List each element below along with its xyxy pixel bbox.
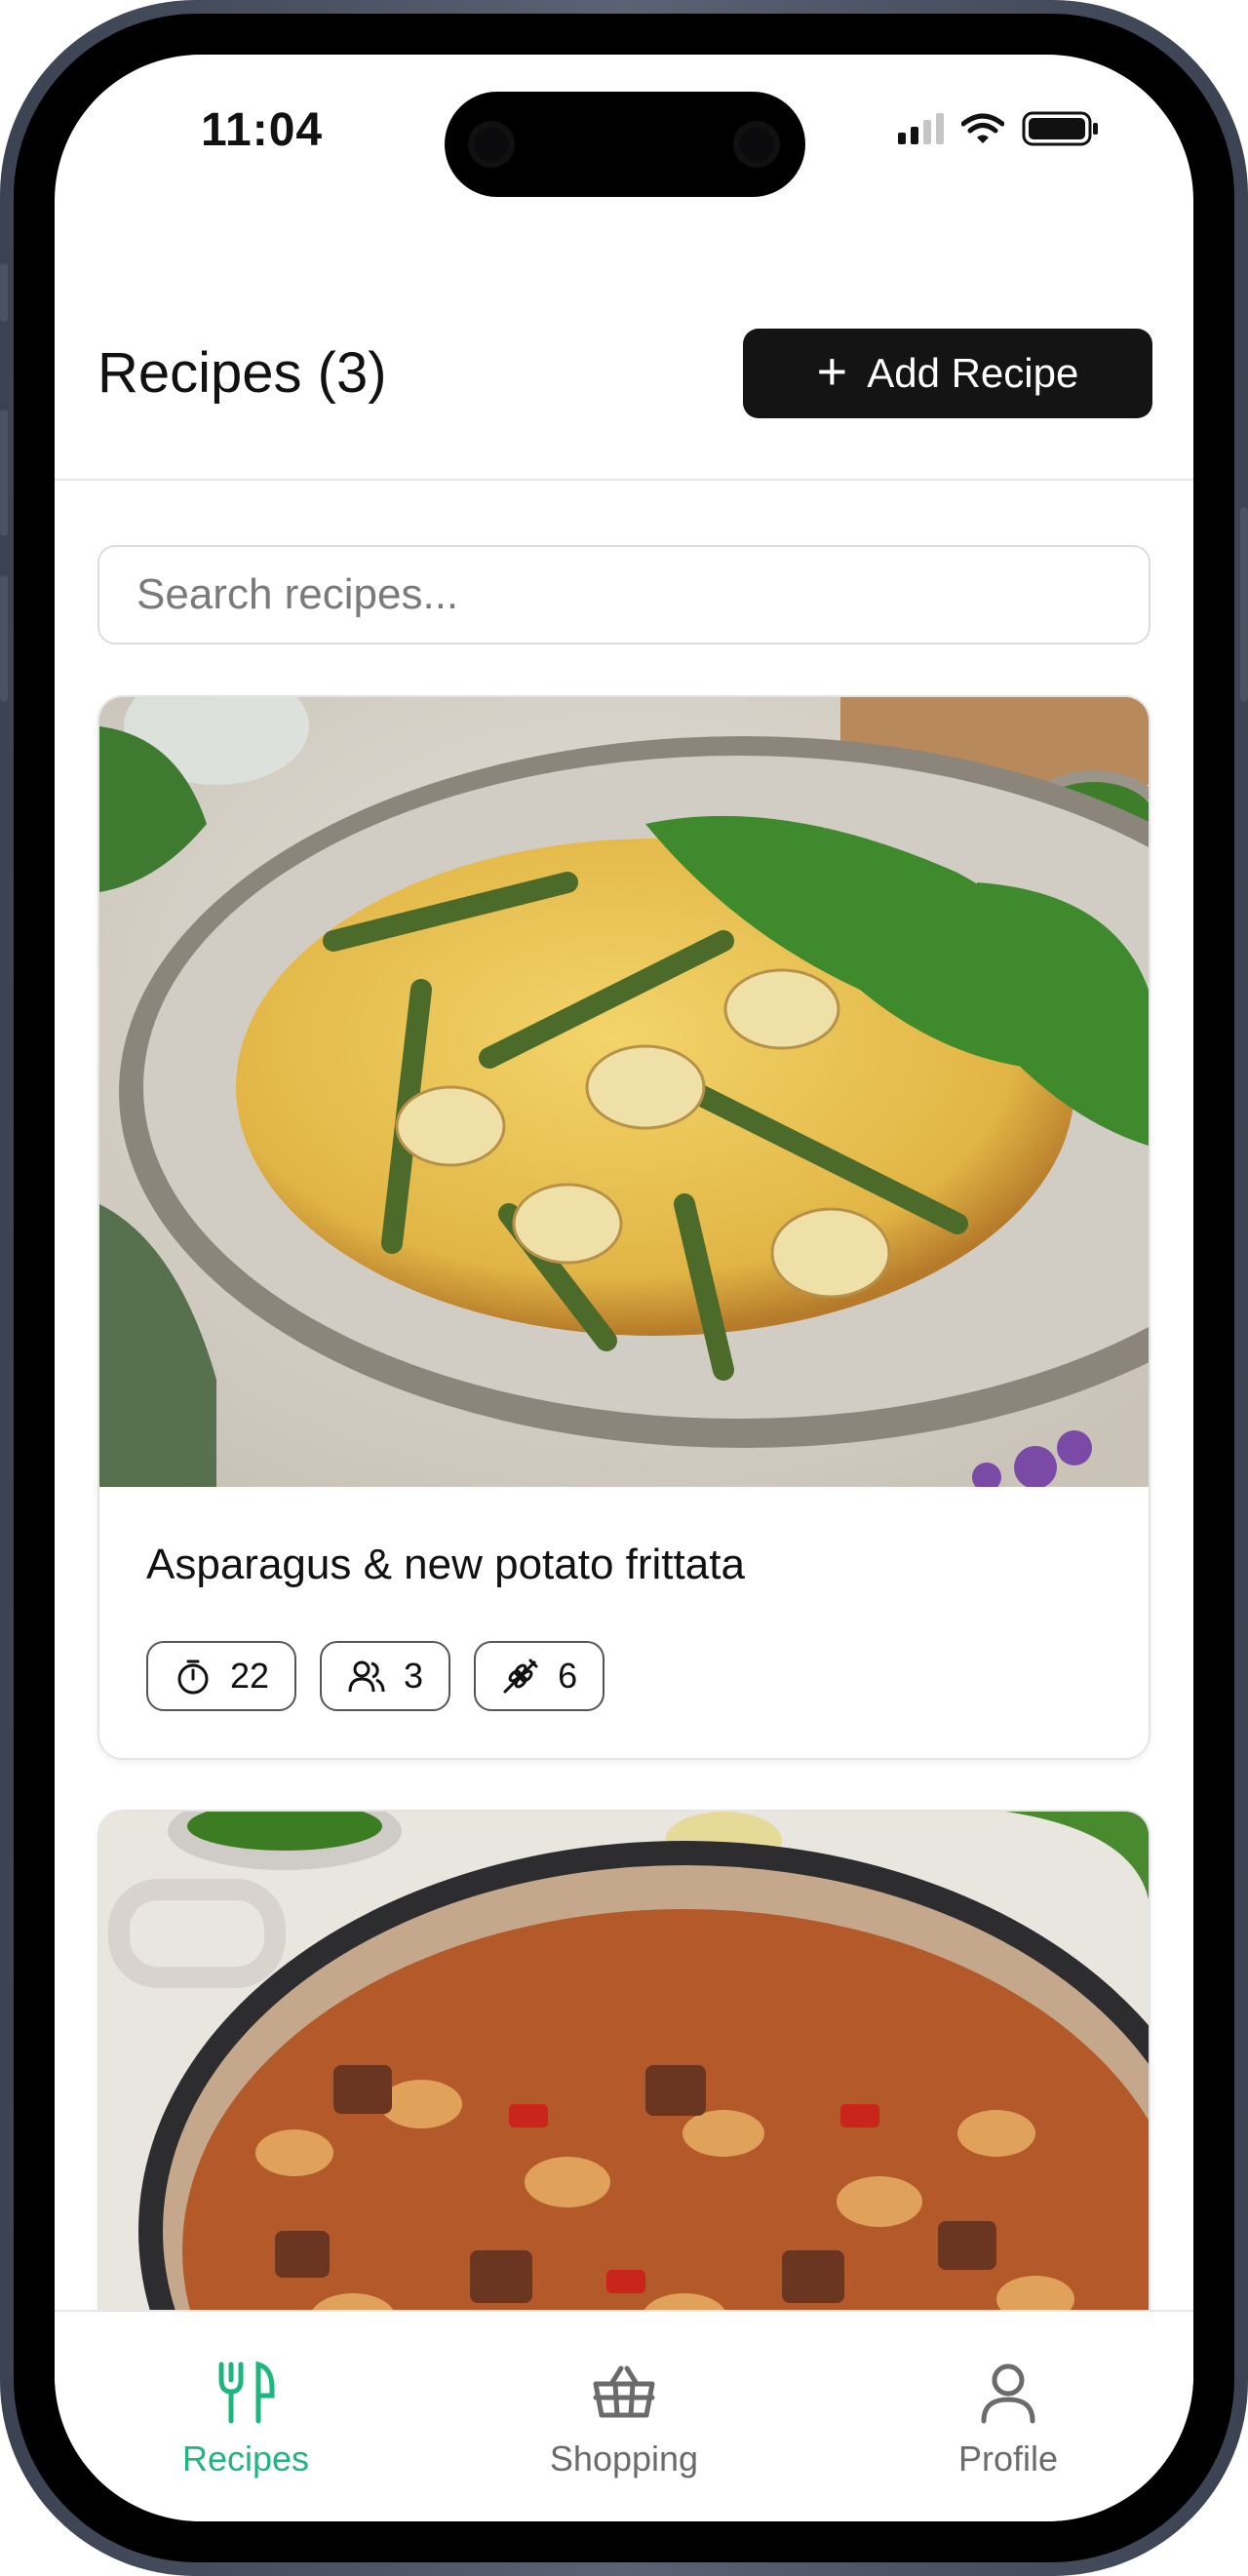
status-icons bbox=[898, 111, 1100, 146]
plus-icon: + bbox=[816, 342, 848, 401]
servings-value: 3 bbox=[404, 1656, 424, 1696]
bottom-nav: Recipes Shopping Profile bbox=[55, 2310, 1193, 2521]
cook-time-badge: 22 bbox=[146, 1641, 297, 1711]
status-time: 11:04 bbox=[201, 104, 324, 156]
tab-recipes-label: Recipes bbox=[181, 2439, 310, 2478]
fork-knife-icon bbox=[218, 2361, 275, 2424]
phone-side-button bbox=[1240, 507, 1248, 702]
phone-side-button bbox=[0, 410, 8, 536]
wifi-icon bbox=[961, 113, 1004, 143]
ingredients-badge: 6 bbox=[474, 1641, 605, 1711]
phone-side-button bbox=[0, 263, 8, 322]
add-recipe-button[interactable]: + Add Recipe bbox=[743, 329, 1152, 418]
people-icon bbox=[348, 1660, 385, 1693]
basket-icon bbox=[593, 2365, 655, 2418]
recipe-meta: 22 3 6 bbox=[146, 1641, 605, 1711]
tab-recipes[interactable]: Recipes bbox=[119, 2361, 372, 2479]
ingredients-value: 6 bbox=[558, 1656, 578, 1696]
tab-shopping-label: Shopping bbox=[549, 2439, 699, 2478]
recipe-card[interactable]: Asparagus & new potato frittata 22 3 6 bbox=[98, 695, 1150, 1760]
stopwatch-icon bbox=[177, 1659, 209, 1695]
tab-profile[interactable]: Profile bbox=[881, 2361, 1135, 2479]
tab-shopping[interactable]: Shopping bbox=[497, 2361, 751, 2479]
page-header: Recipes (3) + Add Recipe bbox=[55, 264, 1193, 481]
search-input[interactable] bbox=[135, 569, 1149, 620]
battery-icon bbox=[1022, 111, 1098, 146]
app-screen: 11:04 Recipes (3) + Add Recipe Search re… bbox=[55, 55, 1193, 2521]
cook-time-value: 22 bbox=[230, 1656, 270, 1696]
camera-icon bbox=[468, 121, 515, 168]
search-box[interactable] bbox=[98, 545, 1150, 644]
dynamic-island bbox=[445, 92, 805, 197]
tab-profile-label: Profile bbox=[957, 2439, 1059, 2478]
sensor-icon bbox=[733, 121, 780, 168]
wheat-icon bbox=[503, 1659, 538, 1694]
phone-side-button bbox=[0, 575, 8, 702]
servings-badge: 3 bbox=[320, 1641, 451, 1711]
page-title: Recipes (3) bbox=[98, 341, 387, 405]
recipe-image bbox=[99, 697, 1149, 1487]
add-recipe-label: Add Recipe bbox=[867, 350, 1079, 396]
recipe-title: Asparagus & new potato frittata bbox=[146, 1541, 745, 1588]
person-icon bbox=[981, 2363, 1035, 2424]
signal-icon bbox=[898, 113, 944, 144]
